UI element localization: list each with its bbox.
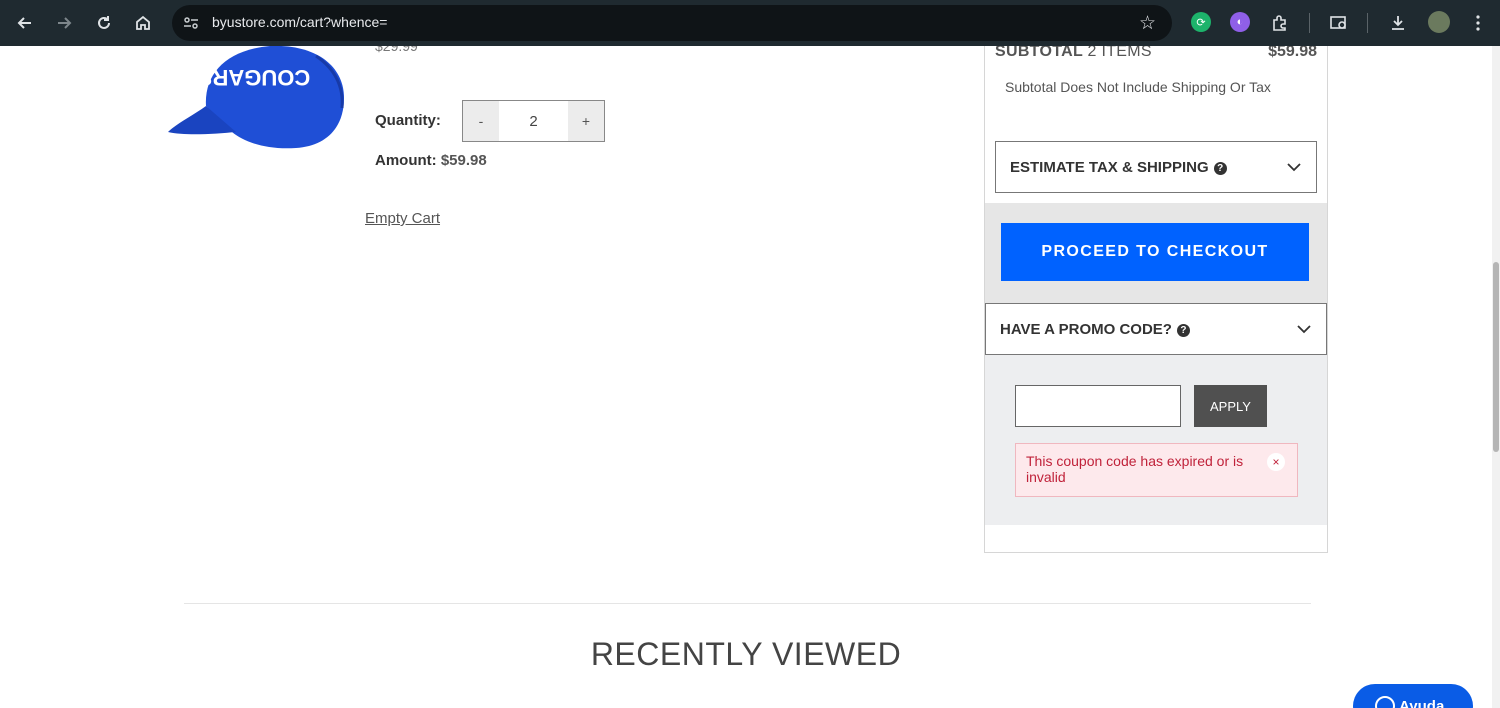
item-price: $29.99 [375, 46, 418, 54]
question-icon [1375, 696, 1395, 708]
product-image-cap[interactable]: COUGARS [166, 46, 350, 154]
extension-icon[interactable] [1268, 11, 1292, 35]
quantity-increase-button[interactable]: + [568, 101, 604, 141]
estimate-tax-heading: ESTIMATE TAX & SHIPPING? [1010, 159, 1227, 176]
home-icon[interactable] [131, 11, 155, 35]
url-text: byustore.com/cart?whence= [212, 14, 388, 30]
page-scrollbar[interactable] [1492, 46, 1500, 708]
coupon-error-alert: This coupon code has expired or is inval… [1015, 443, 1298, 497]
extension-purple-icon[interactable]: ◐ [1230, 12, 1250, 32]
address-bar[interactable]: byustore.com/cart?whence= ☆ [172, 5, 1172, 41]
amount-value: $59.98 [440, 152, 487, 169]
proceed-to-checkout-button[interactable]: PROCEED TO CHECKOUT [1001, 223, 1309, 281]
quantity-label: Quantity: [375, 112, 441, 129]
tab-search-icon[interactable] [1327, 11, 1351, 35]
help-icon[interactable]: ? [1213, 161, 1227, 175]
reload-icon[interactable] [92, 11, 116, 35]
recently-viewed-heading: RECENTLY VIEWED [590, 636, 902, 672]
empty-cart-link[interactable]: Empty Cart [365, 210, 440, 227]
chevron-down-icon [1296, 321, 1312, 337]
subtotal-count: 2 ITEMS [1087, 46, 1152, 60]
order-summary: SUBTOTAL 2 ITEMS $59.98 Subtotal Does No… [984, 46, 1328, 553]
promo-code-input[interactable] [1015, 385, 1181, 427]
help-chat-label: Ayuda [1399, 698, 1445, 708]
downloads-icon[interactable] [1386, 11, 1410, 35]
promo-heading: HAVE A PROMO CODE?? [1000, 321, 1190, 338]
subtotal-title: SUBTOTAL [995, 46, 1083, 60]
help-icon[interactable]: ? [1176, 323, 1190, 337]
cart-page: $29.99 COUGARS Quantity: - 2 + Amount: $… [0, 46, 1500, 708]
apply-promo-button[interactable]: APPLY [1194, 385, 1267, 427]
chevron-down-icon [1286, 159, 1302, 175]
amount-label: Amount: [375, 152, 437, 169]
subtotal-label: SUBTOTAL 2 ITEMS [995, 46, 1152, 61]
subtotal-note: Subtotal Does Not Include Shipping Or Ta… [1005, 79, 1271, 95]
bookmark-star-icon[interactable]: ☆ [1139, 12, 1156, 35]
help-chat-button[interactable]: Ayuda [1353, 684, 1473, 708]
checkout-section: PROCEED TO CHECKOUT [985, 203, 1327, 303]
promo-section: APPLY This coupon code has expired or is… [985, 355, 1327, 525]
coupon-error-message: This coupon code has expired or is inval… [1026, 453, 1244, 485]
quantity-decrease-button[interactable]: - [463, 101, 499, 141]
amount-line: Amount: $59.98 [375, 152, 487, 169]
close-icon[interactable]: × [1267, 453, 1285, 471]
scrollbar-thumb[interactable] [1493, 262, 1499, 452]
promo-label: HAVE A PROMO CODE? [1000, 320, 1172, 338]
menu-icon[interactable] [1466, 11, 1490, 35]
estimate-tax-shipping-toggle[interactable]: ESTIMATE TAX & SHIPPING? [995, 141, 1317, 193]
estimate-tax-label: ESTIMATE TAX & SHIPPING [1010, 158, 1209, 176]
toolbar-separator [1367, 13, 1368, 33]
subtotal-amount: $59.98 [1268, 46, 1317, 60]
quantity-stepper: - 2 + [462, 100, 605, 142]
extension-green-icon[interactable]: ⟳ [1191, 12, 1211, 32]
browser-toolbar: byustore.com/cart?whence= ☆ ⟳ ◐ [0, 0, 1500, 46]
toolbar-separator [1309, 13, 1310, 33]
quantity-input[interactable]: 2 [499, 101, 568, 141]
back-icon[interactable] [13, 11, 37, 35]
profile-avatar[interactable] [1428, 11, 1450, 33]
promo-code-toggle[interactable]: HAVE A PROMO CODE?? [985, 303, 1327, 355]
section-divider [184, 603, 1311, 604]
site-settings-icon[interactable] [182, 14, 200, 32]
cap-logo-text: COUGARS [198, 65, 310, 90]
forward-icon[interactable] [52, 11, 76, 35]
